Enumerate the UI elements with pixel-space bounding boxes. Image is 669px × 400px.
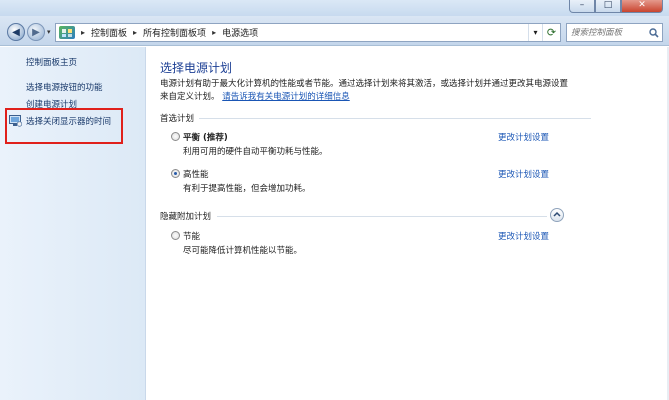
close-button[interactable]: ✕ [621, 0, 663, 13]
control-panel-icon [59, 26, 75, 39]
search-box [566, 23, 663, 42]
page-description: 电源计划有助于最大化计算机的性能或者节能。通过选择计划来将其激活，或选择计划并通… [160, 78, 574, 103]
change-plan-settings-link-balanced[interactable]: 更改计划设置 [498, 131, 549, 143]
collapse-hidden-plans-button[interactable] [550, 208, 564, 222]
plan-balanced-desc: 利用可用的硬件自动平衡功耗与性能。 [183, 147, 328, 157]
search-input[interactable] [571, 27, 647, 38]
divider [199, 118, 591, 119]
back-button[interactable]: ◀ [7, 23, 25, 41]
plan-balanced-radio[interactable] [171, 132, 180, 141]
refresh-button[interactable]: ⟳ [542, 24, 560, 41]
minimize-button[interactable]: – [569, 0, 595, 13]
main-content: 选择电源计划 电源计划有助于最大化计算机的性能或者节能。通过选择计划来将其激活，… [147, 47, 669, 400]
chevron-up-icon [553, 210, 561, 220]
plan-power-saver-desc: 尽可能降低计算机性能以节能。 [183, 246, 303, 256]
back-arrow-icon: ◀ [12, 26, 20, 38]
minimize-icon: – [579, 0, 585, 10]
preferred-plans-heading: 首选计划 [160, 114, 195, 124]
highlight-annotation-box [5, 108, 123, 144]
title-bar: – □ ✕ [0, 0, 669, 16]
search-icon[interactable] [647, 26, 661, 40]
plan-high-performance-name[interactable]: 高性能 [183, 168, 209, 180]
navigation-bar: ◀ ▶ ▾ ▸ 控制面板 ▸ 所有控制面板项 ▸ 电源选项 ▾ ⟳ [0, 16, 669, 46]
breadcrumb-separator: ▸ [81, 28, 86, 37]
breadcrumb-power-options[interactable]: 电源选项 [222, 26, 258, 39]
maximize-button[interactable]: □ [595, 0, 621, 13]
breadcrumb-control-panel[interactable]: 控制面板 [91, 26, 127, 39]
sidebar-item-power-button-function[interactable]: 选择电源按钮的功能 [26, 81, 103, 93]
maximize-icon: □ [603, 0, 613, 10]
plan-high-performance-desc: 有利于提高性能，但会增加功耗。 [183, 184, 311, 194]
sidebar: 控制面板主页 选择电源按钮的功能 创建电源计划 选择关闭显示器的时间 [0, 47, 146, 400]
page-title: 选择电源计划 [160, 61, 233, 75]
breadcrumb-separator[interactable]: ▸ [212, 28, 216, 37]
address-history-dropdown[interactable]: ▾ [528, 24, 542, 41]
plan-balanced-name[interactable]: 平衡 (推荐) [183, 131, 228, 143]
recent-pages-dropdown[interactable]: ▾ [47, 28, 51, 36]
change-plan-settings-link-high-performance[interactable]: 更改计划设置 [498, 168, 549, 180]
breadcrumb-separator[interactable]: ▸ [133, 28, 137, 37]
change-plan-settings-link-power-saver[interactable]: 更改计划设置 [498, 230, 549, 242]
divider [217, 216, 547, 217]
plan-high-performance-radio[interactable] [171, 169, 180, 178]
sidebar-control-panel-home[interactable]: 控制面板主页 [26, 56, 77, 68]
address-bar[interactable]: ▸ 控制面板 ▸ 所有控制面板项 ▸ 电源选项 ▾ ⟳ [55, 23, 561, 42]
breadcrumb-all-items[interactable]: 所有控制面板项 [143, 26, 206, 39]
window-controls: – □ ✕ [569, 0, 663, 13]
plan-power-saver-radio[interactable] [171, 231, 180, 240]
hidden-plans-heading: 隐藏附加计划 [160, 212, 212, 222]
plan-power-saver-name[interactable]: 节能 [183, 230, 200, 242]
close-icon: ✕ [638, 0, 646, 10]
forward-button[interactable]: ▶ [27, 23, 45, 41]
power-plan-info-link[interactable]: 请告诉我有关电源计划的详细信息 [222, 92, 350, 102]
forward-arrow-icon: ▶ [32, 26, 40, 38]
